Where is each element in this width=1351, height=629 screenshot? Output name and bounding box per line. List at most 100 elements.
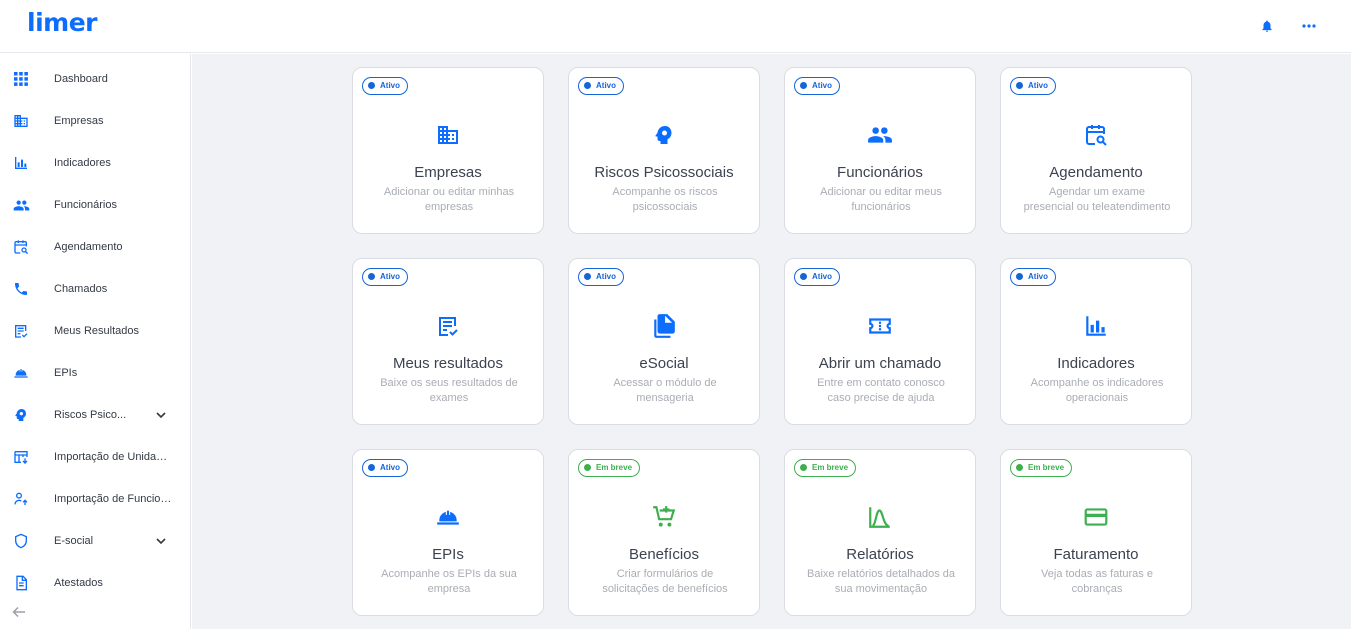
- sidebar-item-label: Agendamento: [54, 241, 123, 253]
- chevron-down-icon[interactable]: [154, 408, 168, 422]
- card-description: Criar formulários de solicitações de ben…: [602, 568, 728, 595]
- arrow-left-icon[interactable]: [11, 604, 27, 620]
- brain-icon: [12, 406, 30, 424]
- card-title: Indicadores: [1057, 355, 1135, 372]
- card-empresas[interactable]: Ativo Empresas Adicionar ou editar minha…: [352, 67, 544, 234]
- card-title: Benefícios: [628, 546, 700, 563]
- document-check-icon: [353, 314, 543, 338]
- people-icon: [785, 123, 975, 147]
- sidebar-item-label: Importação de Funcion...: [54, 493, 172, 505]
- sidebar-item-dashboard[interactable]: Dashboard: [0, 58, 190, 100]
- sidebar-item-label: EPIs: [54, 367, 78, 379]
- sidebar-item-importacao-unidades[interactable]: Importação de Unidades: [0, 436, 190, 478]
- brain-icon: [569, 123, 759, 147]
- card-description: Veja todas as faturas e cobranças: [1041, 568, 1153, 595]
- status-badge: Em breve: [578, 459, 641, 477]
- sidebar-item-indicadores[interactable]: Indicadores: [0, 142, 190, 184]
- sidebar-item-atestados[interactable]: Atestados: [0, 562, 190, 604]
- card-description: Acompanhe os EPIs da sua empresa: [381, 568, 517, 595]
- card-description: Agendar um exame presencial ou teleatend…: [1023, 186, 1171, 213]
- card-title: Empresas: [414, 164, 482, 181]
- status-badge: Ativo: [362, 459, 408, 477]
- sidebar-item-empresas[interactable]: Empresas: [0, 100, 190, 142]
- sidebar-item-agendamento[interactable]: Agendamento: [0, 226, 190, 268]
- card-esocial[interactable]: Ativo eSocial Acessar o módulo de mensag…: [568, 258, 760, 425]
- sidebar-item-label: E-social: [54, 535, 94, 547]
- sidebar-item-funcionarios[interactable]: Funcionários: [0, 184, 190, 226]
- sidebar-item-epis[interactable]: EPIs: [0, 352, 190, 394]
- sidebar-item-riscos-psicossociais[interactable]: Riscos Psico...: [0, 394, 190, 436]
- card-description: Acessar o módulo de mensageria: [613, 377, 717, 404]
- person-upload-icon: [12, 490, 30, 508]
- card-abrir-chamado[interactable]: Ativo Abrir um chamado Entre em contato …: [784, 258, 976, 425]
- table-import-icon: [12, 448, 30, 466]
- credit-card-icon: [1001, 505, 1191, 529]
- card-title: Agendamento: [1049, 164, 1143, 181]
- status-badge: Ativo: [578, 268, 624, 286]
- sidebar: Dashboard Empresas Indicadores Funcionár…: [0, 54, 191, 629]
- card-relatorios[interactable]: Em breve Relatórios Baixe relatórios det…: [784, 449, 976, 616]
- sidebar-item-meus-resultados[interactable]: Meus Resultados: [0, 310, 190, 352]
- main-content: Ativo Empresas Adicionar ou editar minha…: [192, 54, 1351, 629]
- status-badge: Ativo: [578, 77, 624, 95]
- status-badge: Em breve: [1010, 459, 1073, 477]
- helmet-icon: [353, 505, 543, 529]
- card-funcionarios[interactable]: Ativo Funcionários Adicionar ou editar m…: [784, 67, 976, 234]
- grid-icon: [12, 70, 30, 88]
- card-title: eSocial: [639, 355, 689, 372]
- people-icon: [12, 196, 30, 214]
- more-horizontal-icon[interactable]: [1300, 17, 1318, 35]
- shield-icon: [12, 532, 30, 550]
- top-bar: limer: [0, 0, 1351, 53]
- status-badge: Ativo: [362, 77, 408, 95]
- card-title: Funcionários: [837, 164, 923, 181]
- card-title: Meus resultados: [392, 355, 504, 372]
- building-icon: [12, 112, 30, 130]
- sidebar-item-label: Importação de Unidades: [54, 451, 172, 463]
- status-badge: Ativo: [362, 268, 408, 286]
- card-epis[interactable]: Ativo EPIs Acompanhe os EPIs da sua empr…: [352, 449, 544, 616]
- card-faturamento[interactable]: Em breve Faturamento Veja todas as fatur…: [1000, 449, 1192, 616]
- sidebar-item-importacao-funcionarios[interactable]: Importação de Funcion...: [0, 478, 190, 520]
- card-riscos-psicossociais[interactable]: Ativo Riscos Psicossociais Acompanhe os …: [568, 67, 760, 234]
- card-indicadores[interactable]: Ativo Indicadores Acompanhe os indicador…: [1000, 258, 1192, 425]
- sidebar-item-label: Chamados: [54, 283, 108, 295]
- sidebar-item-label: Meus Resultados: [54, 325, 139, 337]
- card-meus-resultados[interactable]: Ativo Meus resultados Baixe os seus resu…: [352, 258, 544, 425]
- file-stack-icon: [569, 314, 759, 338]
- sidebar-item-esocial[interactable]: E-social: [0, 520, 190, 562]
- card-description: Acompanhe os riscos psicossociais: [612, 186, 718, 213]
- ticket-icon: [785, 314, 975, 338]
- status-badge: Ativo: [1010, 77, 1056, 95]
- bell-icon[interactable]: [1258, 17, 1276, 35]
- card-title: Abrir um chamado: [818, 355, 942, 372]
- sidebar-item-chamados[interactable]: Chamados: [0, 268, 190, 310]
- sidebar-item-label: Riscos Psico...: [54, 409, 127, 421]
- cart-add-icon: [569, 505, 759, 529]
- card-description: Adicionar ou editar minhas empresas: [383, 186, 515, 213]
- card-beneficios[interactable]: Em breve Benefícios Criar formulários de…: [568, 449, 760, 616]
- status-badge: Ativo: [794, 77, 840, 95]
- phone-icon: [12, 280, 30, 298]
- chevron-down-icon[interactable]: [154, 534, 168, 548]
- card-agendamento[interactable]: Ativo Agendamento Agendar um exame prese…: [1000, 67, 1192, 234]
- sidebar-item-label: Empresas: [54, 115, 104, 127]
- logo[interactable]: limer: [27, 8, 97, 37]
- sidebar-item-label: Atestados: [54, 577, 103, 589]
- document-icon: [12, 574, 30, 592]
- calendar-search-icon: [12, 238, 30, 256]
- bar-chart-icon: [1001, 314, 1191, 338]
- card-title: Relatórios: [846, 546, 914, 563]
- card-description: Baixe relatórios detalhados da sua movim…: [807, 568, 955, 595]
- status-badge: Em breve: [794, 459, 857, 477]
- sidebar-item-label: Dashboard: [54, 73, 108, 85]
- card-title: EPIs: [432, 546, 464, 563]
- bell-curve-icon: [785, 505, 975, 529]
- calendar-search-icon: [1001, 123, 1191, 147]
- card-description: Acompanhe os indicadores operacionais: [1030, 377, 1164, 404]
- bar-chart-icon: [12, 154, 30, 172]
- status-badge: Ativo: [794, 268, 840, 286]
- card-description: Entre em contato conosco caso precise de…: [817, 377, 945, 404]
- card-title: Faturamento: [1053, 546, 1139, 563]
- card-description: Adicionar ou editar meus funcionários: [820, 186, 942, 213]
